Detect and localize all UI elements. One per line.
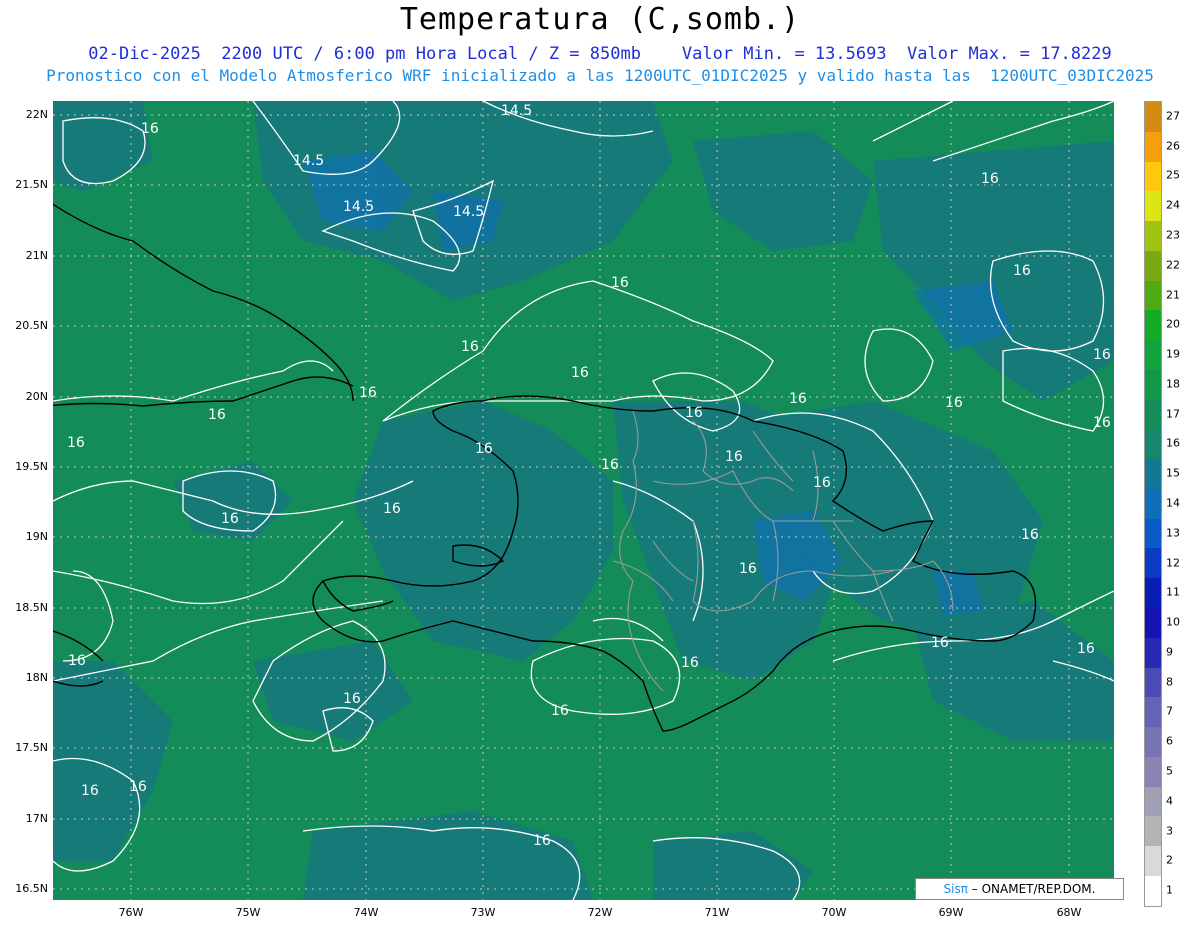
color-scale-value: 24 <box>1166 198 1180 212</box>
color-scale-cell <box>1145 846 1161 876</box>
lon-label: 72W <box>587 906 613 919</box>
lat-label: 20N <box>25 390 48 403</box>
color-scale-cell <box>1145 608 1161 638</box>
color-scale-cell <box>1145 191 1161 222</box>
color-scale-value: 11 <box>1166 585 1180 599</box>
color-scale-cell <box>1145 399 1161 430</box>
lat-label: 18N <box>25 671 48 684</box>
color-scale-value: 27 <box>1166 109 1180 123</box>
lon-label: 75W <box>235 906 261 919</box>
lon-label: 69W <box>938 906 964 919</box>
color-scale-cell <box>1145 459 1161 489</box>
color-scale-cell <box>1145 727 1161 757</box>
color-scale-cell <box>1145 310 1161 341</box>
color-scale-value: 3 <box>1166 824 1173 838</box>
color-scale-value: 23 <box>1166 228 1180 242</box>
map-title: Temperatura (C,somb.) <box>399 2 801 37</box>
color-scale-value: 20 <box>1166 317 1180 331</box>
color-scale-value: 17 <box>1166 407 1180 421</box>
color-scale-cell <box>1145 429 1161 460</box>
color-scale-cell <box>1145 786 1161 817</box>
lat-label: 20.5N <box>15 319 48 332</box>
lon-label: 70W <box>821 906 847 919</box>
color-scale-value: 12 <box>1166 556 1180 570</box>
lat-label: 21.5N <box>15 178 48 191</box>
lon-label: 76W <box>118 906 144 919</box>
lon-label: 71W <box>704 906 730 919</box>
color-scale-value: 5 <box>1166 764 1173 778</box>
color-scale-value: 9 <box>1166 645 1173 659</box>
color-scale-cell <box>1145 102 1161 132</box>
color-scale-cell <box>1145 875 1161 906</box>
lat-label: 18.5N <box>15 601 48 614</box>
color-scale-cell <box>1145 369 1161 400</box>
map-subtitle-time: 02-Dic-2025 2200 UTC / 6:00 pm Hora Loca… <box>88 44 1112 64</box>
lat-label: 19.5N <box>15 460 48 473</box>
color-scale-value: 19 <box>1166 347 1180 361</box>
color-scale-value: 15 <box>1166 466 1180 480</box>
credit-text: – ONAMET/REP.DOM. <box>971 882 1096 896</box>
lon-label: 68W <box>1056 906 1082 919</box>
color-scale-cell <box>1145 488 1161 519</box>
color-scale-cell <box>1145 340 1161 370</box>
color-scale-cell <box>1145 161 1161 192</box>
lat-label: 16.5N <box>15 882 48 895</box>
lat-label: 22N <box>25 108 48 121</box>
color-scale-cell <box>1145 548 1161 579</box>
color-scale-value: 13 <box>1166 526 1180 540</box>
color-scale-cell <box>1145 697 1161 728</box>
color-scale-cell <box>1145 250 1161 281</box>
lat-label: 17N <box>25 812 48 825</box>
lon-label: 74W <box>353 906 379 919</box>
color-scale-cell <box>1145 131 1161 162</box>
color-scale-value: 14 <box>1166 496 1180 510</box>
lat-label: 17.5N <box>15 741 48 754</box>
temperature-map <box>53 101 1114 900</box>
color-scale-value: 21 <box>1166 288 1180 302</box>
color-scale-value: 10 <box>1166 615 1180 629</box>
sispi-logo: Sisπ <box>943 882 968 896</box>
color-scale-value: 26 <box>1166 139 1180 153</box>
color-scale-value: 25 <box>1166 168 1180 182</box>
color-scale-value: 6 <box>1166 734 1173 748</box>
color-scale-cell <box>1145 756 1161 787</box>
color-scale-bar <box>1144 101 1162 907</box>
color-scale-value: 2 <box>1166 853 1173 867</box>
color-scale-cell <box>1145 637 1161 668</box>
color-scale-value: 8 <box>1166 675 1173 689</box>
map-subtitle-model: Pronostico con el Modelo Atmosferico WRF… <box>46 66 1154 85</box>
color-scale-value: 1 <box>1166 883 1173 897</box>
color-scale-cell <box>1145 667 1161 698</box>
color-scale-cell <box>1145 518 1161 549</box>
color-scale-value: 18 <box>1166 377 1180 391</box>
color-scale-cell <box>1145 221 1161 251</box>
color-scale-value: 7 <box>1166 704 1173 718</box>
color-scale-cell <box>1145 816 1161 847</box>
color-scale-value: 22 <box>1166 258 1180 272</box>
color-scale-cell <box>1145 280 1161 311</box>
lon-label: 73W <box>470 906 496 919</box>
color-scale-value: 16 <box>1166 436 1180 450</box>
color-scale-cell <box>1145 578 1161 609</box>
color-scale-value: 4 <box>1166 794 1173 808</box>
credit-box: Sisπ – ONAMET/REP.DOM. <box>915 878 1124 900</box>
lat-label: 21N <box>25 249 48 262</box>
lat-label: 19N <box>25 530 48 543</box>
